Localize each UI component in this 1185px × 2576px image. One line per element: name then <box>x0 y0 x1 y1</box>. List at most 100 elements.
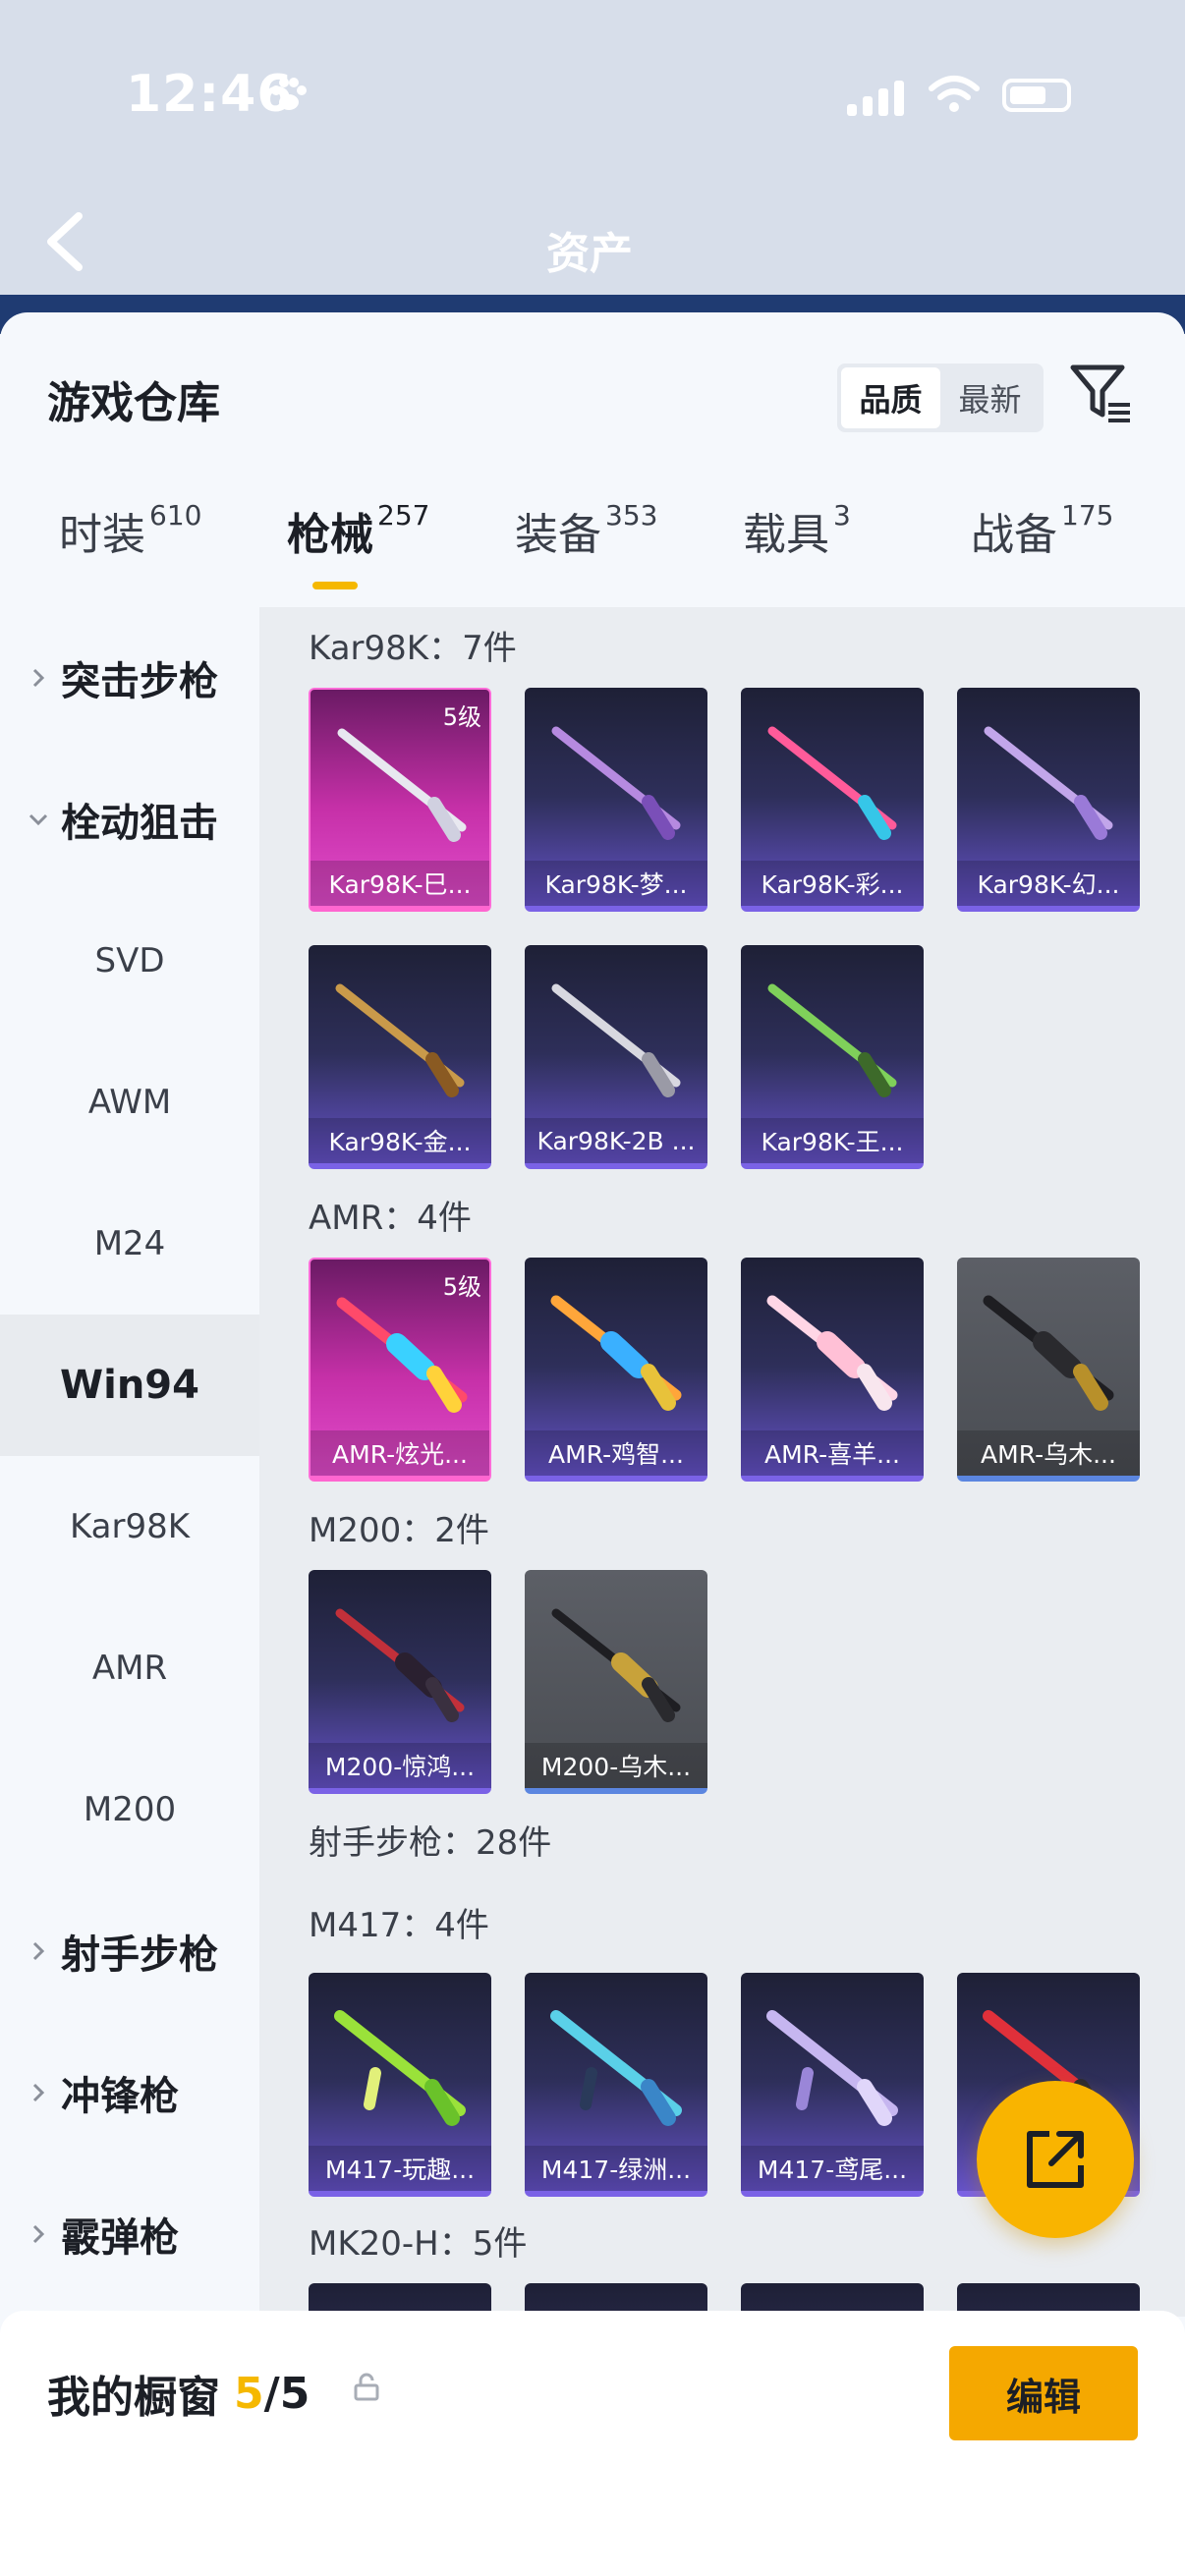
weapon-card[interactable]: M417-鸢尾... <box>741 1973 924 2197</box>
sidebar-item-m200[interactable]: M200 <box>0 1739 259 1880</box>
weapon-card[interactable]: Kar98K-王... <box>741 945 924 1169</box>
rifle-icon <box>337 728 467 842</box>
weapon-name: Kar98K-2B ... <box>525 1118 707 1163</box>
weapon-card[interactable]: Kar98K-金... <box>309 945 491 1169</box>
weapon-name: M417-玩趣... <box>309 2146 491 2191</box>
tab-count: 175 <box>1061 499 1114 532</box>
section-title-amr: AMR：4件 <box>309 1199 472 1238</box>
tab-label: 枪械 <box>287 510 373 560</box>
rifle-icon <box>983 1295 1114 1411</box>
share-button[interactable] <box>977 2081 1134 2238</box>
rifle-icon <box>766 1295 898 1411</box>
weapon-card[interactable]: 5级 Kar98K-巳... <box>309 688 491 912</box>
rifle-icon <box>767 726 897 840</box>
weapon-card[interactable]: AMR-乌木... <box>957 1258 1140 1482</box>
sidebar-item-amr[interactable]: AMR <box>0 1597 259 1739</box>
sidebar-item-label: SVD <box>94 941 165 980</box>
tab-label: 载具 <box>743 510 829 560</box>
sidebar-item-label: 霰弹枪 <box>61 2215 179 2261</box>
rifle-icon <box>334 2010 466 2126</box>
sidebar-item-label: M24 <box>93 1224 166 1263</box>
sidebar-item-awm[interactable]: AWM <box>0 1032 259 1173</box>
weapon-card[interactable]: 5级 AMR-炫光... <box>309 1258 491 1482</box>
weapon-name: M200-惊鸿... <box>309 1743 491 1788</box>
section-title-m417: M417：4件 <box>309 1906 489 1945</box>
sidebar-item-label: 射手步枪 <box>61 1932 218 1978</box>
sidebar-item-m24[interactable]: M24 <box>0 1173 259 1315</box>
filter-icon[interactable] <box>1069 362 1134 426</box>
weapon-name: Kar98K-王... <box>741 1118 924 1163</box>
weapon-card[interactable]: M417-绿洲... <box>525 1973 707 2197</box>
wifi-icon <box>929 76 980 112</box>
sidebar-item-label: 栓动狙击 <box>61 801 218 846</box>
rifle-icon <box>551 1608 681 1722</box>
weapon-name: M200-乌木... <box>525 1743 707 1788</box>
weapon-name: Kar98K-金... <box>309 1118 491 1163</box>
weapon-card[interactable]: M200-乌木... <box>525 1570 707 1794</box>
tab-label: 时装 <box>59 510 145 560</box>
rifle-icon <box>335 983 465 1097</box>
sidebar-item-label: 冲锋枪 <box>61 2074 179 2119</box>
weapon-name: M417-鸢尾... <box>741 2146 924 2191</box>
sidebar-item-dmr[interactable]: 射手步枪 <box>0 1880 259 2022</box>
weapon-card[interactable]: Kar98K-梦... <box>525 688 707 912</box>
weapon-card[interactable]: M417-玩趣... <box>309 1973 491 2197</box>
tab-count: 610 <box>149 499 202 532</box>
rifle-icon <box>550 2010 682 2126</box>
tab-supplies[interactable]: 战备 175 <box>971 499 1113 562</box>
tab-vehicles[interactable]: 载具 3 <box>743 499 851 562</box>
weapon-card[interactable]: AMR-鸡智... <box>525 1258 707 1482</box>
sort-quality-option[interactable]: 品质 <box>841 367 940 428</box>
rifle-icon <box>336 1297 468 1413</box>
section-title-kar98k: Kar98K：7件 <box>309 629 517 668</box>
weapon-category-sidebar: 突击步枪 栓动狙击 SVD AWM M24 Win94 Kar98K AMR M… <box>0 607 259 2317</box>
sidebar-item-label: M200 <box>83 1790 177 1829</box>
weapon-card[interactable]: Kar98K-2B ... <box>525 945 707 1169</box>
tab-count: 353 <box>605 499 658 532</box>
tab-count: 257 <box>377 499 430 532</box>
battery-icon <box>1002 79 1071 112</box>
sort-toggle: 品质 最新 <box>837 364 1044 432</box>
sidebar-item-label: Win94 <box>60 1363 199 1408</box>
weapon-name: M417-绿洲... <box>525 2146 707 2191</box>
chevron-right-icon <box>32 2083 45 2102</box>
category-tabs: 时装 610 枪械 257 装备 353 载具 3 战备 175 <box>0 499 1185 607</box>
sidebar-item-bolt-action[interactable]: 栓动狙击 <box>0 749 259 890</box>
back-arrow-icon[interactable] <box>39 210 94 273</box>
rifle-icon <box>984 726 1113 840</box>
rifle-icon <box>551 726 681 840</box>
showcase-current-count: 5 <box>234 2368 264 2419</box>
weapon-name: AMR-喜羊... <box>741 1430 924 1476</box>
rifle-icon <box>767 983 897 1097</box>
sidebar-item-assault-rifles[interactable]: 突击步枪 <box>0 607 259 749</box>
weapon-name: Kar98K-幻... <box>957 861 1140 906</box>
weapon-card[interactable]: AMR-喜羊... <box>741 1258 924 1482</box>
weapon-card[interactable]: M200-惊鸿... <box>309 1570 491 1794</box>
rifle-icon <box>550 1295 682 1411</box>
weapon-card[interactable]: Kar98K-幻... <box>957 688 1140 912</box>
weapon-name: AMR-炫光... <box>310 1430 489 1476</box>
weapon-card[interactable]: Kar98K-彩... <box>741 688 924 912</box>
sidebar-item-kar98k[interactable]: Kar98K <box>0 1456 259 1597</box>
sidebar-item-shotgun[interactable]: 霰弹枪 <box>0 2163 259 2305</box>
section-title-m200: M200：2件 <box>309 1511 489 1550</box>
section-title-dmr: 射手步枪：28件 <box>309 1823 552 1863</box>
tab-equipment[interactable]: 装备 353 <box>515 499 657 562</box>
rifle-icon <box>335 1608 465 1722</box>
sidebar-item-svd[interactable]: SVD <box>0 890 259 1032</box>
tab-outfits[interactable]: 时装 610 <box>59 499 201 562</box>
tab-firearms[interactable]: 枪械 257 <box>287 499 429 562</box>
showcase-total-count: /5 <box>263 2368 310 2419</box>
sort-newest-option[interactable]: 最新 <box>940 367 1040 428</box>
sidebar-item-smg[interactable]: 冲锋枪 <box>0 2022 259 2163</box>
edit-button[interactable]: 编辑 <box>949 2346 1138 2440</box>
sheet-title: 游戏仓库 <box>47 378 220 428</box>
chevron-right-icon <box>32 2224 45 2244</box>
tab-count: 3 <box>833 499 851 532</box>
paw-icon <box>271 78 307 110</box>
showcase-label-group: 我的橱窗 5 /5 <box>47 2362 310 2425</box>
sidebar-item-label: 突击步枪 <box>61 659 218 704</box>
sidebar-item-win94[interactable]: Win94 <box>0 1315 259 1456</box>
page-title: 资产 <box>546 229 633 279</box>
showcase-label: 我的橱窗 <box>47 2373 220 2423</box>
